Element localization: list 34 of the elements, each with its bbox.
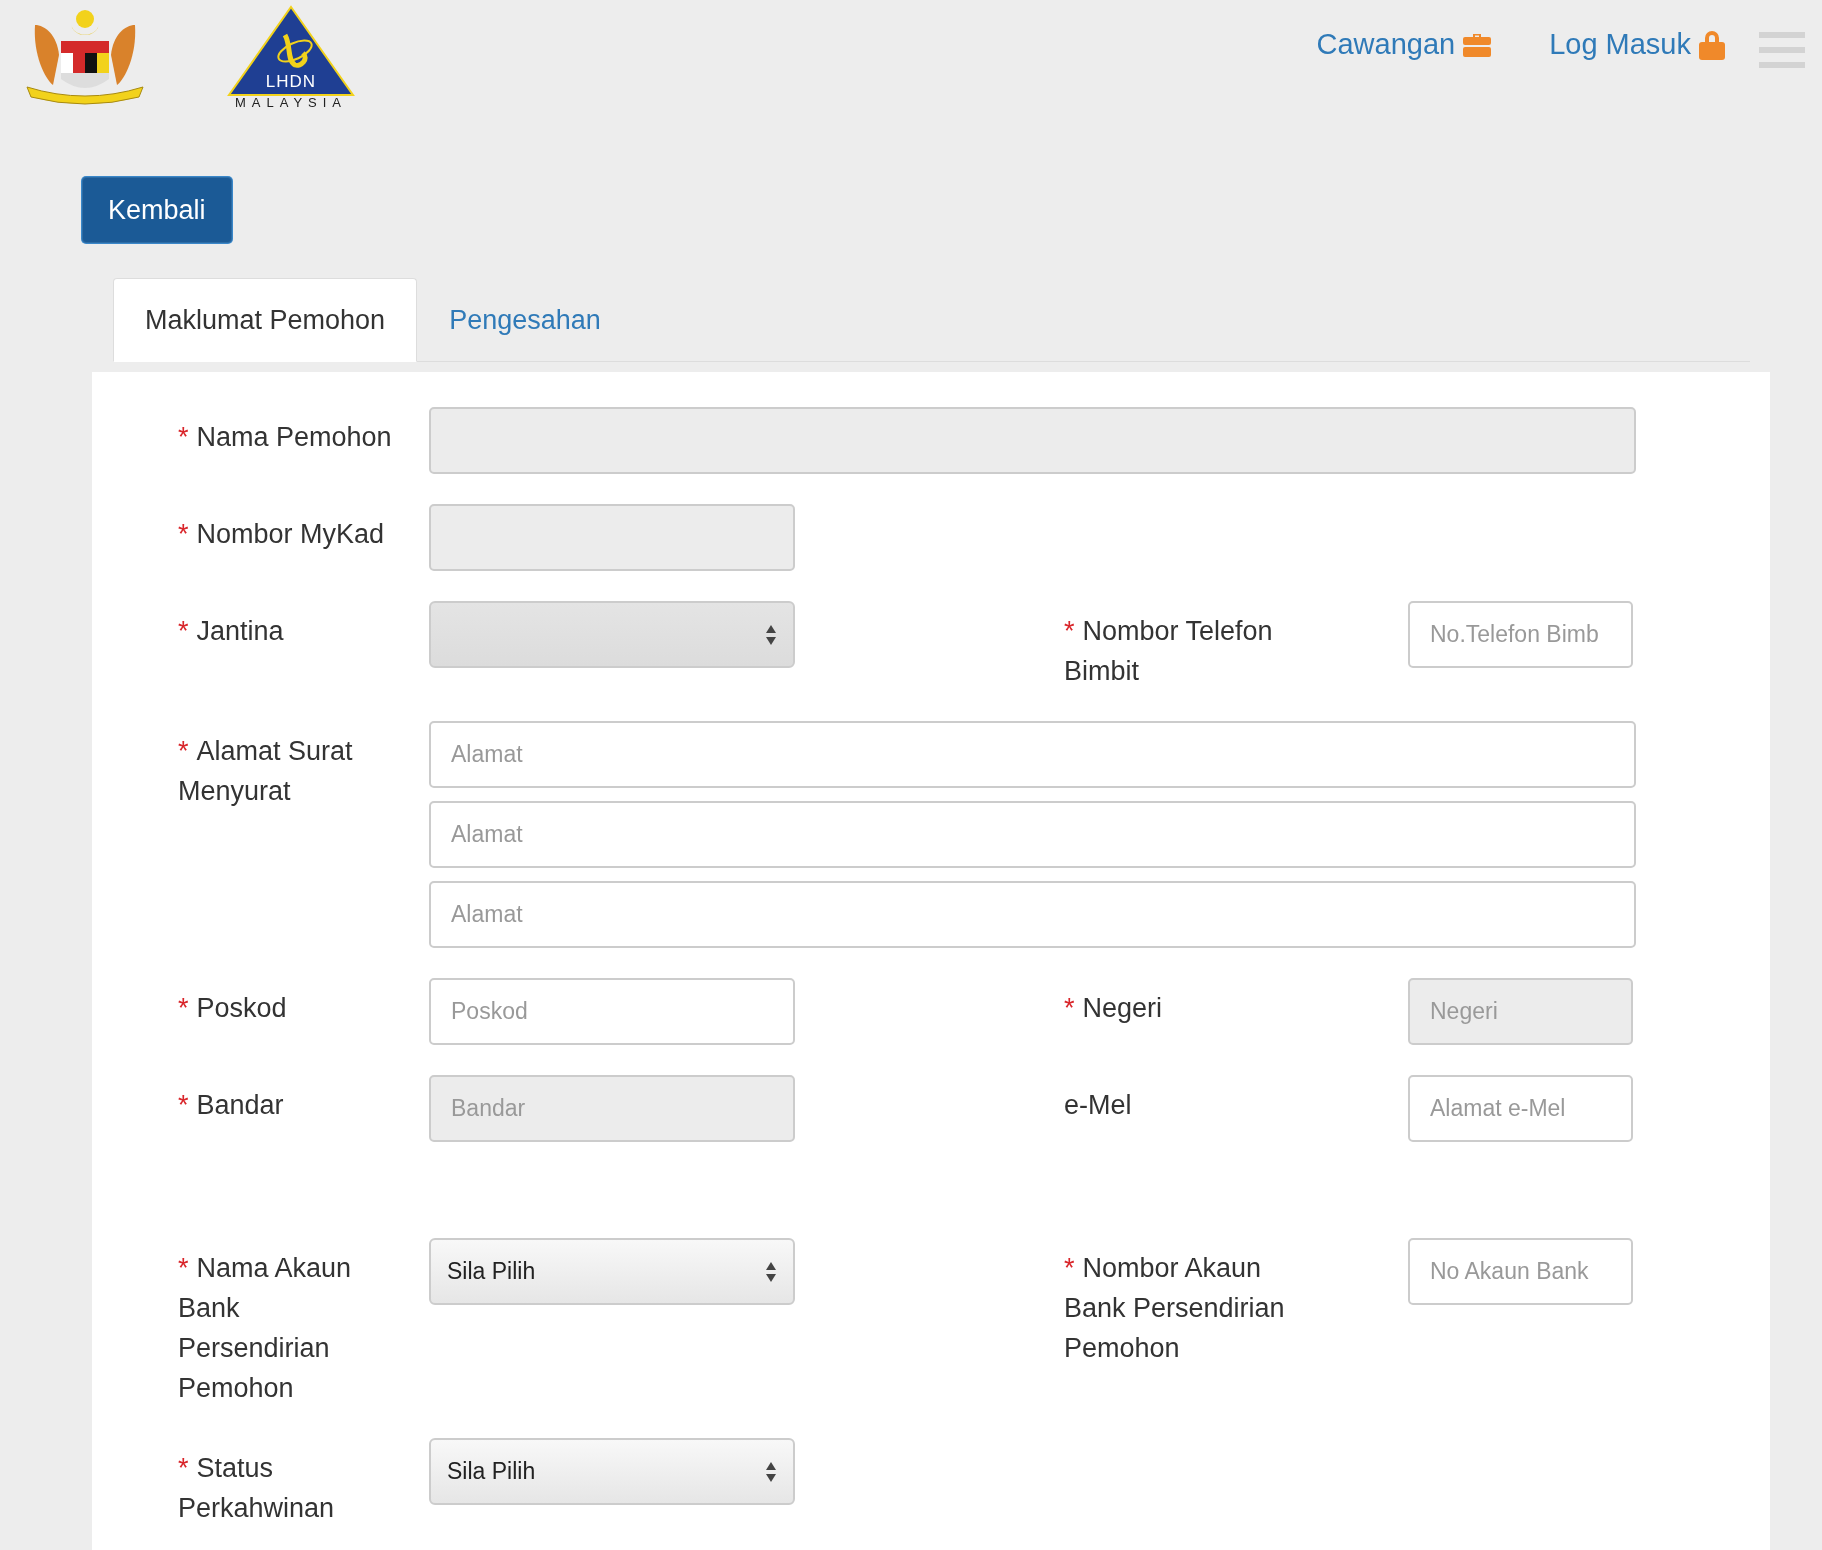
- select-field[interactable]: Sila Pilih: [429, 1238, 795, 1305]
- logo-title: LHDN: [265, 72, 317, 91]
- menu-icon[interactable]: [1759, 30, 1805, 70]
- logo-subtitle: MALAYSIA: [234, 95, 348, 109]
- field-label: * Alamat Surat Menyurat: [178, 735, 354, 808]
- field-label: * Negeri: [1064, 992, 1164, 1025]
- dropdown-arrows-icon: [765, 623, 777, 646]
- field-label: * Status Perkahwinan: [178, 1452, 336, 1525]
- tab[interactable]: Pengesahan: [417, 278, 633, 362]
- field-label: * Poskod: [178, 992, 288, 1025]
- field-label: * Nombor Akaun Bank Persendirian Pemohon: [1064, 1252, 1286, 1365]
- field-label: * Nama Akaun Bank Persendirian Pemohon: [178, 1252, 353, 1405]
- field-label: * Nombor Telefon Bimbit: [1064, 615, 1274, 688]
- text-field[interactable]: Alamat e-Mel: [1408, 1075, 1633, 1142]
- dropdown-arrows-icon: [765, 1460, 777, 1483]
- briefcase-icon: [1463, 32, 1492, 57]
- text-field[interactable]: Poskod: [429, 978, 795, 1045]
- select-field[interactable]: Sila Pilih: [429, 1438, 795, 1505]
- text-field[interactable]: No.Telefon Bimb: [1408, 601, 1633, 668]
- text-field[interactable]: Alamat: [429, 881, 1636, 948]
- field-label: * Bandar: [178, 1089, 285, 1122]
- field-label: * Jantina: [178, 615, 285, 648]
- text-field[interactable]: No Akaun Bank: [1408, 1238, 1633, 1305]
- field-label: * Nama Pemohon: [178, 421, 393, 454]
- field-label: e-Mel: [1064, 1089, 1133, 1122]
- back-button[interactable]: Kembali: [82, 177, 232, 243]
- field-label: * Nombor MyKad: [178, 518, 386, 551]
- nav-link[interactable]: Cawangan: [1316, 28, 1492, 61]
- dropdown-arrows-icon: [765, 1260, 777, 1283]
- nav-link[interactable]: Log Masuk: [1549, 28, 1725, 61]
- text-field[interactable]: Alamat: [429, 801, 1636, 868]
- text-field[interactable]: Alamat: [429, 721, 1636, 788]
- tab[interactable]: Maklumat Pemohon: [113, 278, 418, 362]
- lock-icon: [1699, 29, 1725, 60]
